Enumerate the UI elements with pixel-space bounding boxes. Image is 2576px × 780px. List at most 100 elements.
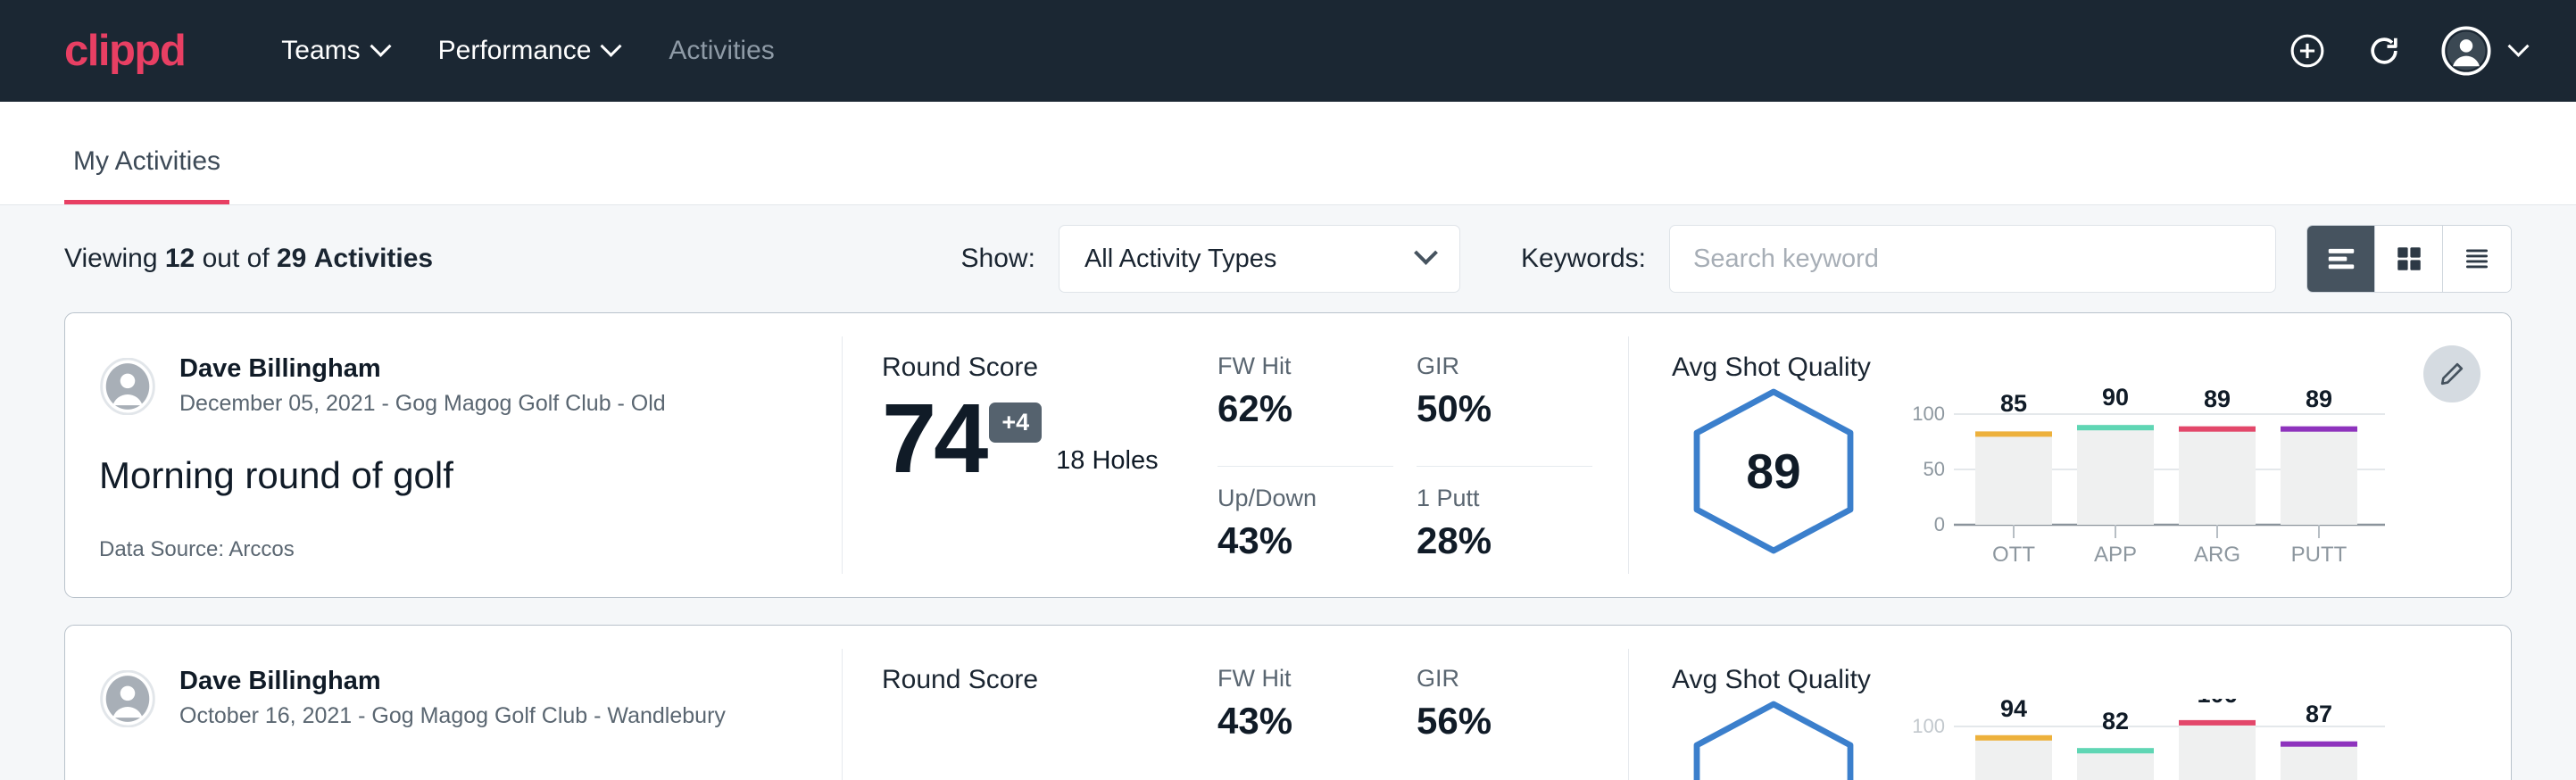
nav-item-label: Performance xyxy=(438,36,592,66)
pencil-icon xyxy=(2438,360,2466,388)
brand-logo[interactable]: clippd xyxy=(64,29,185,73)
stat-gir: GIR 50% xyxy=(1417,353,1592,467)
tab-strip: My Activities xyxy=(0,102,2576,205)
stat-fw-hit: FW Hit 62% xyxy=(1217,353,1393,467)
grid-view-icon[interactable] xyxy=(2375,226,2443,292)
activity-type-select[interactable]: All Activity Types xyxy=(1059,225,1460,293)
svg-text:50: 50 xyxy=(1924,458,1945,480)
viewing-count-text: Viewing 12 out of 29 Activities xyxy=(64,244,433,274)
viewing-prefix: Viewing xyxy=(64,244,158,273)
search-input[interactable] xyxy=(1693,245,2252,274)
quality-hexagon xyxy=(1684,699,1863,780)
quality-hexagon: 89 xyxy=(1684,386,1863,556)
nav-item-label: Teams xyxy=(281,36,360,66)
chevron-down-icon xyxy=(2507,35,2529,56)
svg-text:90: 90 xyxy=(2102,386,2129,411)
stat-one-putt: 1 Putt 28% xyxy=(1417,485,1592,598)
data-source: Data Source: Arccos xyxy=(99,537,806,562)
bar-chart-svg: 100 50 0 85 OTT xyxy=(1899,386,2407,565)
avatar xyxy=(99,670,156,727)
activity-card[interactable]: Dave Billingham December 05, 2021 - Gog … xyxy=(64,312,2512,598)
holes-played: 18 Holes xyxy=(1056,446,1158,476)
activity-meta: December 05, 2021 - Gog Magog Golf Club … xyxy=(179,389,666,419)
stat-label: Up/Down xyxy=(1217,485,1393,512)
chevron-down-icon xyxy=(370,35,391,56)
avatar-icon xyxy=(2441,26,2491,76)
bar-chart-svg: 100 94 82 106 87 xyxy=(1899,699,2407,780)
viewing-count: 12 xyxy=(165,244,195,273)
svg-text:PUTT: PUTT xyxy=(2291,543,2347,565)
stat-label: FW Hit xyxy=(1217,353,1393,380)
nav-item-activities[interactable]: Activities xyxy=(644,23,799,79)
player-name: Dave Billingham xyxy=(179,353,666,385)
round-score-section: Round Score xyxy=(843,626,1217,780)
svg-text:89: 89 xyxy=(2204,386,2231,412)
compact-view-icon[interactable] xyxy=(2443,226,2511,292)
main-nav: Teams Performance Activities xyxy=(256,23,799,79)
svg-text:89: 89 xyxy=(2306,386,2332,412)
svg-text:100: 100 xyxy=(1912,402,1945,425)
stat-value: 43% xyxy=(1217,519,1393,562)
navbar-actions xyxy=(2288,26,2526,76)
activity-info: Dave Billingham October 16, 2021 - Gog M… xyxy=(65,626,842,780)
svg-text:OTT: OTT xyxy=(1992,543,2035,565)
keywords-label: Keywords: xyxy=(1521,244,1646,274)
quality-score: 89 xyxy=(1684,386,1863,556)
round-score-label: Round Score xyxy=(882,353,1217,383)
filter-bar: Viewing 12 out of 29 Activities Show: Al… xyxy=(0,205,2576,312)
activity-meta: October 16, 2021 - Gog Magog Golf Club -… xyxy=(179,701,726,732)
stat-label: 1 Putt xyxy=(1417,485,1592,512)
user-menu[interactable] xyxy=(2441,26,2526,76)
activity-list: Dave Billingham December 05, 2021 - Gog … xyxy=(0,312,2576,780)
player-header: Dave Billingham December 05, 2021 - Gog … xyxy=(99,353,806,419)
edit-activity-button[interactable] xyxy=(2423,345,2480,402)
stat-value: 50% xyxy=(1417,387,1592,430)
chevron-down-icon xyxy=(1414,240,1438,264)
stat-label: GIR xyxy=(1417,353,1592,380)
svg-text:ARG: ARG xyxy=(2194,543,2240,565)
tab-my-activities[interactable]: My Activities xyxy=(64,146,229,204)
shot-quality-chart: 100 50 0 85 OTT xyxy=(1899,386,2407,569)
viewing-middle: out of xyxy=(203,244,270,273)
avg-shot-quality-label: Avg Shot Quality xyxy=(1672,665,2511,695)
view-mode-toggle xyxy=(2306,225,2512,293)
show-label: Show: xyxy=(961,244,1035,274)
top-navbar: clippd Teams Performance Activities xyxy=(0,0,2576,102)
stat-value: 28% xyxy=(1417,519,1592,562)
stats-grid: FW Hit 62% GIR 50% Up/Down 43% 1 Putt 28… xyxy=(1217,313,1628,597)
svg-text:100: 100 xyxy=(1912,715,1945,737)
avatar xyxy=(99,358,156,415)
refresh-icon[interactable] xyxy=(2364,31,2404,71)
activity-title: Morning round of golf xyxy=(99,453,806,498)
plus-circle-icon[interactable] xyxy=(2288,31,2327,71)
chevron-down-icon xyxy=(601,35,622,56)
activity-card[interactable]: Dave Billingham October 16, 2021 - Gog M… xyxy=(64,625,2512,780)
avg-shot-quality-section: Avg Shot Quality 100 94 xyxy=(1629,626,2511,780)
round-score-value: 74 xyxy=(882,390,985,488)
stat-label: FW Hit xyxy=(1217,665,1393,693)
svg-text:0: 0 xyxy=(1934,513,1945,535)
shot-quality-chart: 100 94 82 106 87 xyxy=(1899,699,2407,780)
avg-shot-quality-label: Avg Shot Quality xyxy=(1672,353,2511,383)
stats-grid: FW Hit 43% GIR 56% xyxy=(1217,626,1628,780)
stat-label: GIR xyxy=(1417,665,1592,693)
avg-shot-quality-section: Avg Shot Quality 89 100 50 0 xyxy=(1629,313,2511,597)
svg-text:APP: APP xyxy=(2094,543,2137,565)
list-view-icon[interactable] xyxy=(2307,226,2375,292)
search-keyword-box[interactable] xyxy=(1669,225,2276,293)
viewing-suffix: Activities xyxy=(314,244,433,273)
stat-value: 62% xyxy=(1217,387,1393,430)
nav-item-teams[interactable]: Teams xyxy=(256,23,412,79)
svg-text:87: 87 xyxy=(2306,701,2332,727)
player-header: Dave Billingham October 16, 2021 - Gog M… xyxy=(99,665,806,732)
svg-text:85: 85 xyxy=(2000,390,2027,417)
round-score-section: Round Score 74 +4 18 Holes xyxy=(843,313,1217,597)
svg-text:82: 82 xyxy=(2102,708,2129,734)
stat-up-down: Up/Down 43% xyxy=(1217,485,1393,598)
stat-fw-hit: FW Hit 43% xyxy=(1217,665,1393,780)
stat-value: 43% xyxy=(1217,700,1393,743)
player-name: Dave Billingham xyxy=(179,665,726,697)
nav-item-performance[interactable]: Performance xyxy=(413,23,644,79)
svg-text:106: 106 xyxy=(2197,699,2237,708)
activity-info: Dave Billingham December 05, 2021 - Gog … xyxy=(65,313,842,597)
